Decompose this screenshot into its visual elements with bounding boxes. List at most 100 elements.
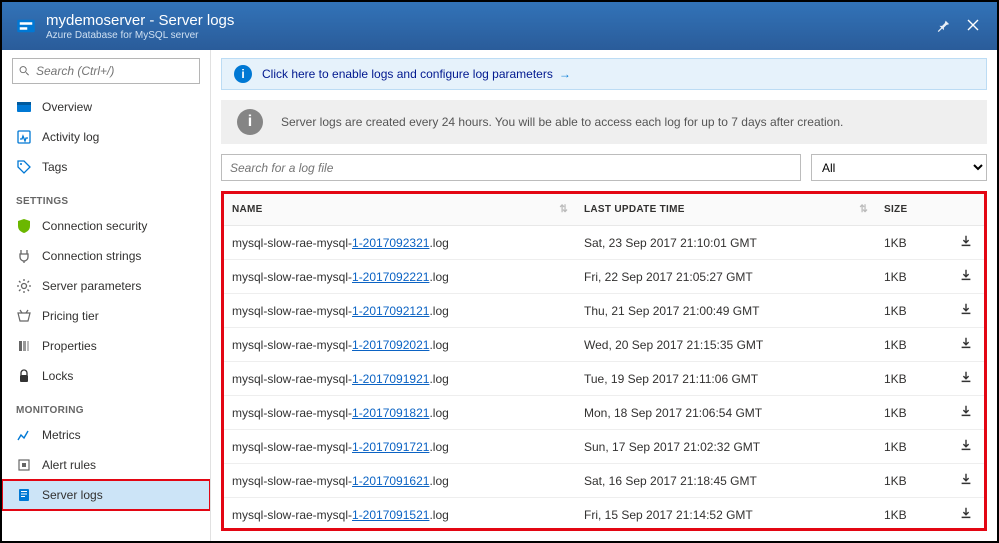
metrics-icon bbox=[16, 427, 32, 443]
col-time[interactable]: LAST UPDATE TIME⇅ bbox=[576, 194, 876, 226]
sidebar-item-label: Server logs bbox=[42, 488, 103, 502]
log-size-cell: 1KB bbox=[876, 260, 948, 294]
log-name-cell: mysql-slow-rae-mysql-1-2017092021.log bbox=[224, 328, 576, 362]
sidebar-item-label: Tags bbox=[42, 160, 67, 174]
sidebar-item-label: Alert rules bbox=[42, 458, 96, 472]
sort-icon: ⇅ bbox=[859, 204, 868, 215]
sidebar-item-label: Connection security bbox=[42, 219, 147, 233]
alert-icon bbox=[16, 457, 32, 473]
lock-icon bbox=[16, 368, 32, 384]
log-time-cell: Tue, 19 Sep 2017 21:11:06 GMT bbox=[576, 362, 876, 396]
col-download bbox=[948, 194, 984, 226]
log-link[interactable]: 1-2017091621 bbox=[352, 474, 429, 488]
sort-icon: ⇅ bbox=[559, 204, 568, 215]
table-row: mysql-slow-rae-mysql-1-2017092121.logThu… bbox=[224, 294, 984, 328]
log-size-cell: 1KB bbox=[876, 396, 948, 430]
search-icon bbox=[19, 64, 30, 78]
logs-icon bbox=[16, 487, 32, 503]
logs-table-highlight: NAME⇅ LAST UPDATE TIME⇅ SIZE mysql-slow-… bbox=[221, 191, 987, 531]
mysql-icon bbox=[16, 16, 36, 36]
sidebar-item-metrics[interactable]: Metrics bbox=[2, 420, 210, 450]
download-icon[interactable] bbox=[959, 271, 973, 285]
log-link[interactable]: 1-2017091721 bbox=[352, 440, 429, 454]
col-size[interactable]: SIZE bbox=[876, 194, 948, 226]
log-link[interactable]: 1-2017092321 bbox=[352, 236, 429, 250]
log-name-cell: mysql-slow-rae-mysql-1-2017091521.log bbox=[224, 498, 576, 532]
log-time-cell: Sat, 16 Sep 2017 21:18:45 GMT bbox=[576, 464, 876, 498]
enable-logs-notice[interactable]: i Click here to enable logs and configur… bbox=[221, 58, 987, 90]
log-link[interactable]: 1-2017092021 bbox=[352, 338, 429, 352]
log-time-cell: Wed, 20 Sep 2017 21:15:35 GMT bbox=[576, 328, 876, 362]
log-size-cell: 1KB bbox=[876, 226, 948, 260]
close-icon[interactable] bbox=[963, 18, 983, 34]
overview-icon bbox=[16, 99, 32, 115]
download-icon[interactable] bbox=[959, 339, 973, 353]
log-search-input[interactable] bbox=[221, 154, 801, 181]
log-size-cell: 1KB bbox=[876, 430, 948, 464]
sidebar-item-activity-log[interactable]: Activity log bbox=[2, 122, 210, 152]
log-link[interactable]: 1-2017091521 bbox=[352, 508, 429, 522]
blade-subtitle: Azure Database for MySQL server bbox=[46, 30, 923, 41]
sidebar-item-label: Server parameters bbox=[42, 279, 141, 293]
sidebar-item-properties[interactable]: Properties bbox=[2, 331, 210, 361]
log-size-cell: 1KB bbox=[876, 464, 948, 498]
sidebar-item-tags[interactable]: Tags bbox=[2, 152, 210, 182]
sidebar-item-label: Metrics bbox=[42, 428, 81, 442]
log-link[interactable]: 1-2017092221 bbox=[352, 270, 429, 284]
log-size-cell: 1KB bbox=[876, 362, 948, 396]
col-name[interactable]: NAME⇅ bbox=[224, 194, 576, 226]
log-name-cell: mysql-slow-rae-mysql-1-2017091621.log bbox=[224, 464, 576, 498]
gear-icon bbox=[16, 278, 32, 294]
table-row: mysql-slow-rae-mysql-1-2017091821.logMon… bbox=[224, 396, 984, 430]
sidebar-item-connection-strings[interactable]: Connection strings bbox=[2, 241, 210, 271]
sidebar-item-connection-security[interactable]: Connection security bbox=[2, 211, 210, 241]
table-row: mysql-slow-rae-mysql-1-2017091521.logFri… bbox=[224, 498, 984, 532]
log-filter-dropdown[interactable]: All bbox=[811, 154, 987, 181]
download-icon[interactable] bbox=[959, 475, 973, 489]
log-link[interactable]: 1-2017091921 bbox=[352, 372, 429, 386]
tag-icon bbox=[16, 159, 32, 175]
download-icon[interactable] bbox=[959, 407, 973, 421]
logs-table: NAME⇅ LAST UPDATE TIME⇅ SIZE mysql-slow-… bbox=[224, 194, 984, 531]
log-time-cell: Sat, 23 Sep 2017 21:10:01 GMT bbox=[576, 226, 876, 260]
download-icon[interactable] bbox=[959, 509, 973, 523]
table-row: mysql-slow-rae-mysql-1-2017092221.logFri… bbox=[224, 260, 984, 294]
table-row: mysql-slow-rae-mysql-1-2017092321.logSat… bbox=[224, 226, 984, 260]
log-link[interactable]: 1-2017091821 bbox=[352, 406, 429, 420]
blade-header: mydemoserver - Server logs Azure Databas… bbox=[2, 2, 997, 50]
pricing-icon bbox=[16, 308, 32, 324]
table-row: mysql-slow-rae-mysql-1-2017091621.logSat… bbox=[224, 464, 984, 498]
download-icon[interactable] bbox=[959, 237, 973, 251]
sidebar: Overview Activity log Tags SETTINGS Connec… bbox=[2, 50, 211, 541]
sidebar-item-pricing-tier[interactable]: Pricing tier bbox=[2, 301, 210, 331]
log-name-cell: mysql-slow-rae-mysql-1-2017091721.log bbox=[224, 430, 576, 464]
sidebar-search-input[interactable] bbox=[36, 64, 193, 78]
sidebar-item-server-parameters[interactable]: Server parameters bbox=[2, 271, 210, 301]
info-strip-text: Server logs are created every 24 hours. … bbox=[281, 115, 843, 129]
log-size-cell: 1KB bbox=[876, 294, 948, 328]
download-icon[interactable] bbox=[959, 441, 973, 455]
sidebar-item-label: Overview bbox=[42, 100, 92, 114]
section-settings: SETTINGS bbox=[2, 182, 210, 211]
log-time-cell: Fri, 15 Sep 2017 21:14:52 GMT bbox=[576, 498, 876, 532]
sidebar-item-server-logs[interactable]: Server logs bbox=[2, 480, 210, 510]
log-name-cell: mysql-slow-rae-mysql-1-2017092221.log bbox=[224, 260, 576, 294]
info-icon: i bbox=[234, 65, 252, 83]
sidebar-item-overview[interactable]: Overview bbox=[2, 92, 210, 122]
sidebar-search[interactable] bbox=[12, 58, 200, 84]
log-name-cell: mysql-slow-rae-mysql-1-2017091921.log bbox=[224, 362, 576, 396]
log-link[interactable]: 1-2017092121 bbox=[352, 304, 429, 318]
download-icon[interactable] bbox=[959, 305, 973, 319]
download-icon[interactable] bbox=[959, 373, 973, 387]
sidebar-item-alert-rules[interactable]: Alert rules bbox=[2, 450, 210, 480]
info-icon: i bbox=[237, 109, 263, 135]
sidebar-item-label: Activity log bbox=[42, 130, 99, 144]
sidebar-item-label: Connection strings bbox=[42, 249, 141, 263]
log-time-cell: Fri, 22 Sep 2017 21:05:27 GMT bbox=[576, 260, 876, 294]
sidebar-item-locks[interactable]: Locks bbox=[2, 361, 210, 391]
log-time-cell: Mon, 18 Sep 2017 21:06:54 GMT bbox=[576, 396, 876, 430]
log-time-cell: Thu, 21 Sep 2017 21:00:49 GMT bbox=[576, 294, 876, 328]
sidebar-item-label: Properties bbox=[42, 339, 97, 353]
log-size-cell: 1KB bbox=[876, 328, 948, 362]
pin-icon[interactable] bbox=[933, 18, 953, 35]
